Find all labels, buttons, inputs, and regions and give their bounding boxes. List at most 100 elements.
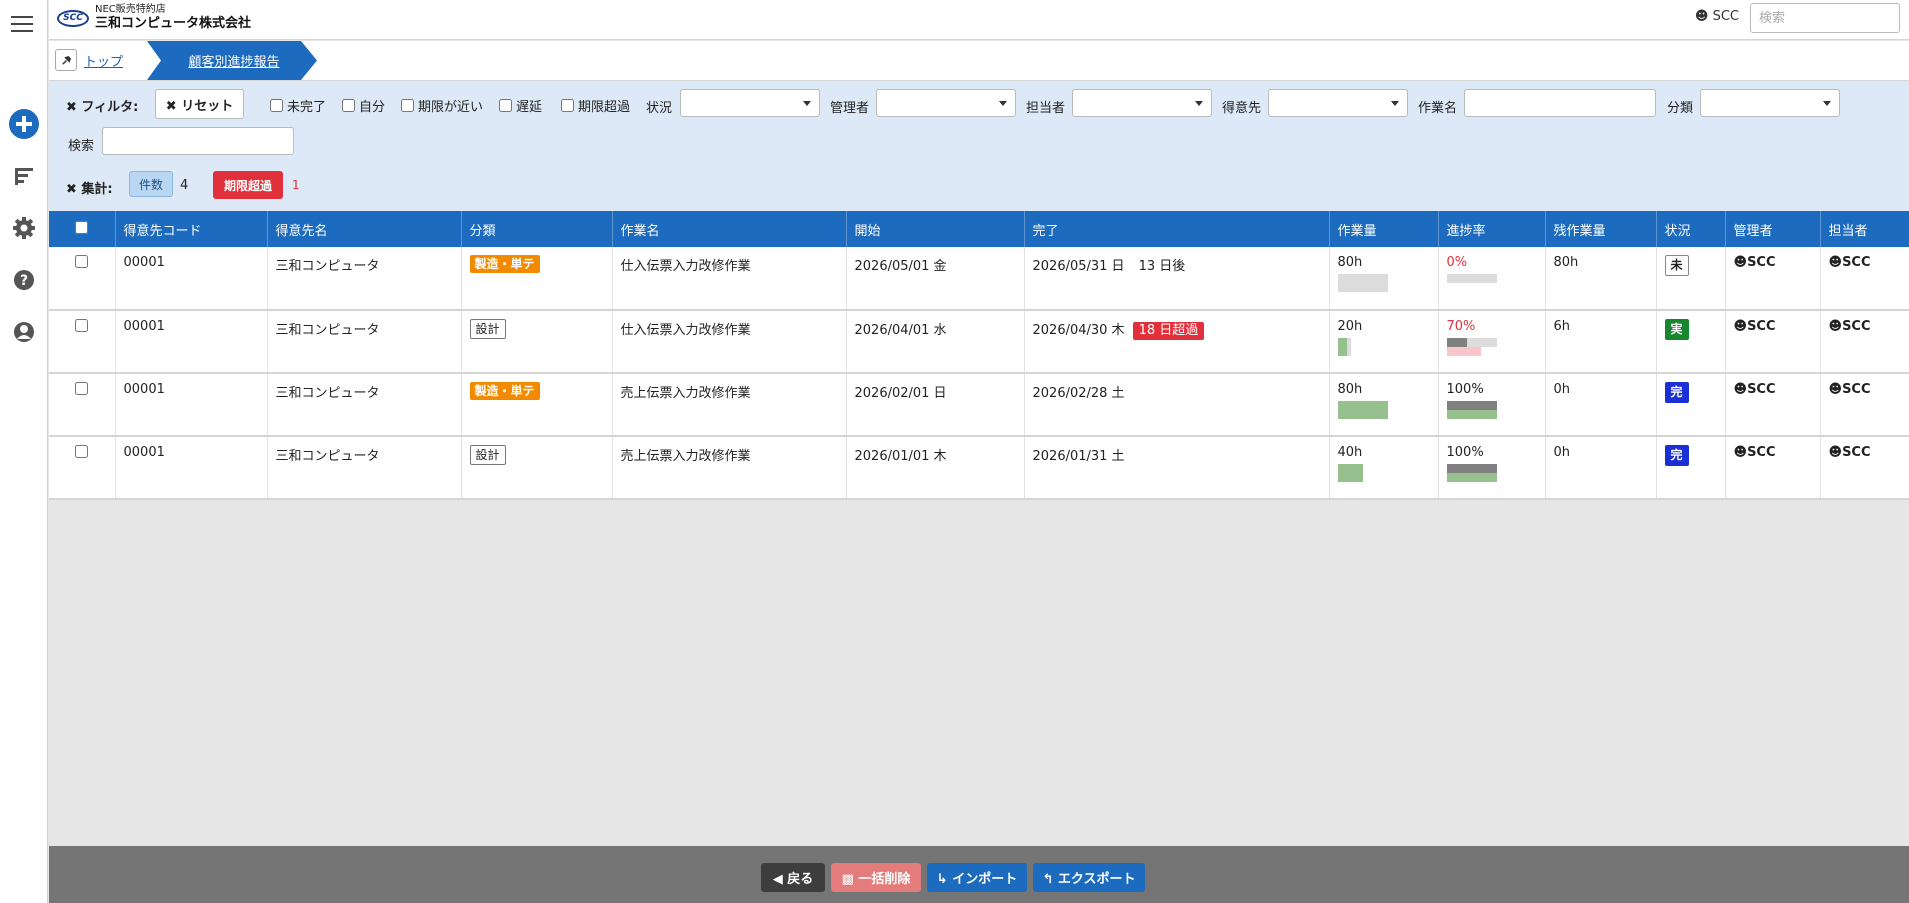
filter-label[interactable]: ✖ フィルタ: [66, 96, 138, 115]
cell-task-name[interactable]: 売上伝票入力改修作業 [612, 436, 847, 500]
assignee-user[interactable]: ☻SCC [1829, 382, 1871, 397]
assignee-select[interactable] [1072, 89, 1212, 117]
cell-start: 2026/01/01 木 [846, 436, 1025, 500]
col-customer-name[interactable]: 得意先名 [267, 211, 462, 247]
filter-panel: ✖ フィルタ: ✖ リセット 未完了 自分 期限が近い 遅延 期限超過 状況 管… [49, 82, 1909, 211]
checkbox[interactable] [270, 99, 283, 112]
category-select[interactable] [1700, 89, 1840, 117]
select-all-checkbox[interactable] [75, 220, 89, 234]
checkbox[interactable] [561, 99, 574, 112]
user-icon: ☻ [1733, 382, 1748, 397]
breadcrumb-top-link[interactable]: トップ [84, 51, 123, 70]
cell-workload: 40h [1329, 436, 1439, 500]
count-badge[interactable]: 件数 [129, 171, 173, 197]
logo-mark: SCC [57, 9, 89, 27]
search-input[interactable] [102, 127, 294, 155]
col-status[interactable]: 状況 [1656, 211, 1726, 247]
status-badge[interactable]: 完 [1664, 382, 1689, 403]
left-rail: ? [0, 0, 48, 903]
cell-progress: 0% [1438, 247, 1546, 311]
export-button[interactable]: ↰ エクスポート [1033, 863, 1145, 892]
table-row[interactable]: 00001 三和コンピュータ 設計 仕入伝票入力改修作業 2026/04/01 水 202… [49, 310, 1909, 374]
menu-icon[interactable] [11, 16, 33, 32]
filter-mine[interactable]: 自分 [342, 96, 385, 115]
cell-task-name[interactable]: 仕入伝票入力改修作業 [612, 247, 847, 311]
cell-task-name[interactable]: 売上伝票入力改修作業 [612, 373, 847, 437]
row-checkbox[interactable] [75, 319, 89, 332]
category-badge: 製造・単テ [469, 255, 540, 273]
row-checkbox[interactable] [75, 382, 89, 395]
header-search-input[interactable] [1750, 3, 1900, 33]
col-task-name[interactable]: 作業名 [612, 211, 847, 247]
col-progress[interactable]: 進捗率 [1438, 211, 1546, 247]
manager-user[interactable]: ☻SCC [1734, 255, 1776, 270]
cell-manager: ☻SCC [1725, 373, 1821, 437]
row-checkbox[interactable] [75, 255, 89, 268]
table-row[interactable]: 00001 三和コンピュータ 製造・単テ 仕入伝票入力改修作業 2026/05/01 金… [49, 247, 1909, 311]
summary-label[interactable]: ✖ 集計: [66, 178, 113, 197]
assignee-user[interactable]: ☻SCC [1829, 255, 1871, 270]
col-customer-code[interactable]: 得意先コード [115, 211, 268, 247]
add-icon[interactable] [8, 108, 40, 140]
bulk-delete-button[interactable]: ▩ 一括削除 [831, 863, 921, 892]
search-filter-label: 検索 [68, 139, 95, 154]
user-icon[interactable] [8, 316, 40, 348]
customer-select[interactable] [1268, 89, 1408, 117]
col-workload[interactable]: 作業量 [1329, 211, 1439, 247]
assignee-user[interactable]: ☻SCC [1829, 319, 1871, 334]
checkbox[interactable] [499, 99, 512, 112]
category-filter-label: 分類 [1667, 101, 1694, 116]
col-start[interactable]: 開始 [846, 211, 1025, 247]
reset-button[interactable]: ✖ リセット [155, 89, 244, 119]
col-category[interactable]: 分類 [461, 211, 613, 247]
manager-user[interactable]: ☻SCC [1734, 445, 1776, 460]
manager-select[interactable] [876, 89, 1016, 117]
workload-bar [1337, 338, 1430, 356]
status-badge[interactable]: 未 [1664, 255, 1689, 276]
gantt-icon[interactable] [8, 160, 40, 192]
gear-icon[interactable] [8, 212, 40, 244]
checkbox[interactable] [342, 99, 355, 112]
cell-customer-code: 00001 [115, 436, 268, 500]
user-menu[interactable]: ☻ SCC [1695, 9, 1739, 24]
help-icon[interactable]: ? [8, 264, 40, 296]
breadcrumb-current[interactable]: 顧客別進捗報告 [147, 41, 317, 80]
row-select-cell [49, 310, 116, 374]
company-logo[interactable]: SCC NEC販売特約店 三和コンピュータ株式会社 [57, 4, 251, 32]
overdue-badge[interactable]: 期限超過 [213, 171, 283, 199]
cell-task-name[interactable]: 仕入伝票入力改修作業 [612, 310, 847, 374]
chevron-down-icon [999, 101, 1007, 106]
end-date: 2026/04/30 木 [1032, 323, 1125, 338]
manager-user[interactable]: ☻SCC [1734, 382, 1776, 397]
progress-bar-track [1446, 274, 1497, 283]
filter-overdue[interactable]: 期限超過 [561, 96, 630, 115]
user-icon: ☻ [1828, 255, 1843, 270]
workload-bar [1337, 274, 1430, 292]
status-badge[interactable]: 完 [1664, 445, 1689, 466]
table-row[interactable]: 00001 三和コンピュータ 設計 売上伝票入力改修作業 2026/01/01 木 202… [49, 436, 1909, 500]
filter-incomplete[interactable]: 未完了 [270, 96, 326, 115]
workload-value: 80h [1337, 382, 1363, 397]
filter-delayed[interactable]: 遅延 [499, 96, 542, 115]
manager-user[interactable]: ☻SCC [1734, 319, 1776, 334]
assignee-user[interactable]: ☻SCC [1829, 445, 1871, 460]
col-end[interactable]: 完了 [1024, 211, 1330, 247]
back-button[interactable]: ◀ 戻る [761, 863, 825, 892]
filter-due-soon[interactable]: 期限が近い [401, 96, 483, 115]
import-button[interactable]: ↳ インポート [927, 863, 1027, 892]
col-assignee[interactable]: 担当者 [1820, 211, 1909, 247]
col-manager[interactable]: 管理者 [1725, 211, 1821, 247]
status-badge[interactable]: 実 [1664, 319, 1689, 340]
row-checkbox[interactable] [75, 445, 89, 458]
select-all-cell [49, 211, 116, 247]
task-name-input[interactable] [1464, 89, 1656, 117]
checkbox[interactable] [401, 99, 414, 112]
cell-category: 設計 [461, 436, 613, 500]
col-remaining[interactable]: 残作業量 [1545, 211, 1657, 247]
status-select[interactable] [680, 89, 820, 117]
pin-icon[interactable] [55, 49, 77, 71]
user-icon: ☻ [1733, 319, 1748, 334]
table-row[interactable]: 00001 三和コンピュータ 製造・単テ 売上伝票入力改修作業 2026/02/01 日… [49, 373, 1909, 437]
progress-value: 100% [1446, 382, 1484, 397]
chevron-down-icon [1823, 101, 1831, 106]
